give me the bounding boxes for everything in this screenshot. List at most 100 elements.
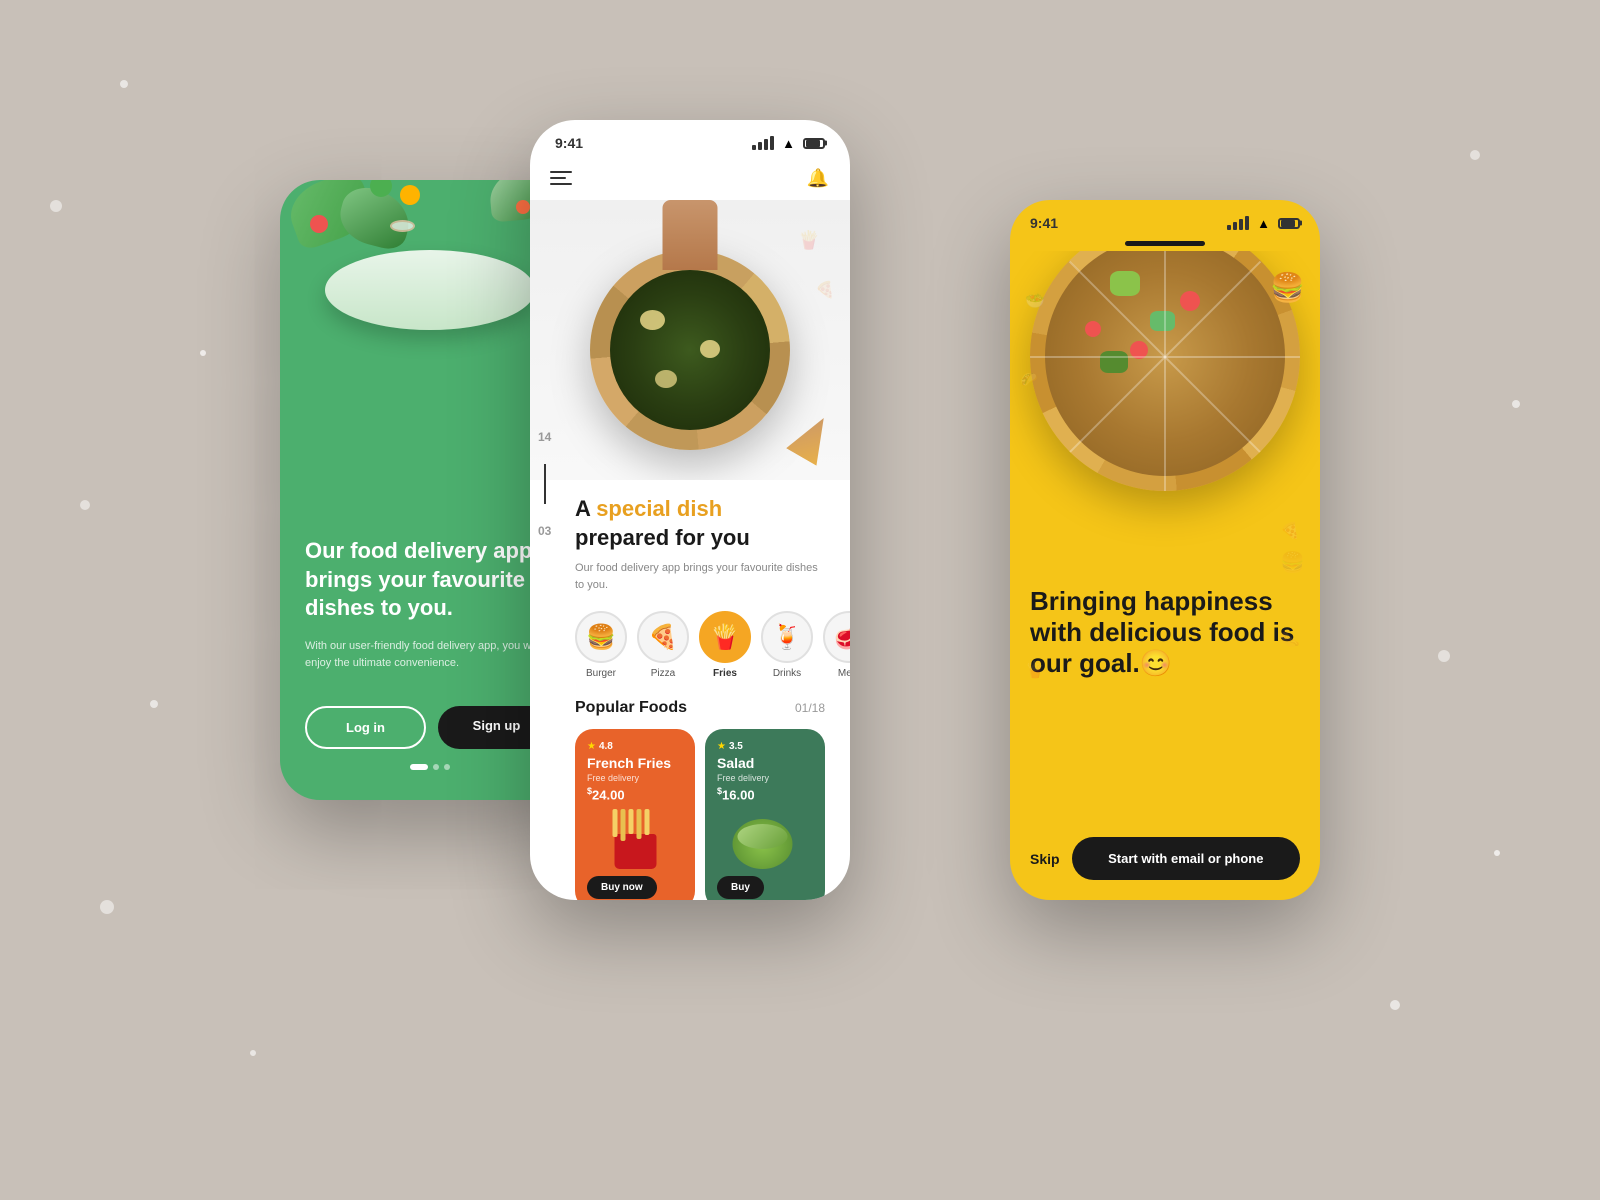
phone-middle: 9:41 ▲ 🔔 [530,120,850,900]
pizza-tomato-3 [1085,321,1101,337]
signal-middle [752,136,774,150]
meat-icon-circle: 🥩 [823,611,850,663]
slice-line-5 [1030,356,1165,358]
notification-bell-button[interactable]: 🔔 [806,166,830,190]
pizza-herb-2 [1150,311,1175,331]
fries-rating: ★ 4.8 [587,741,683,752]
battery-fill [806,140,820,147]
salad-bowl-base [325,250,535,330]
rbar1 [1227,225,1231,230]
category-burger[interactable]: 🍔 Burger [575,611,627,679]
page-dots [410,764,450,770]
category-meat[interactable]: 🥩 Meat [823,611,850,679]
salad-buy-button[interactable]: Buy [717,876,764,899]
auth-buttons: Log in Sign up [305,706,555,749]
salad-rating-num: 3.5 [729,741,743,752]
popular-foods-title: Popular Foods [575,699,687,717]
drinks-label: Drinks [773,668,801,679]
right-deco-3: 🍟 [1025,660,1045,680]
fry-4 [637,809,642,839]
slice-line-7 [1164,251,1166,357]
start-button[interactable]: Start with email or phone [1072,837,1300,880]
star-icon: ★ [587,741,596,752]
skip-button[interactable]: Skip [1030,851,1060,867]
pizza-herb-3 [1100,351,1128,373]
left-headline: Our food delivery app brings your favour… [305,537,555,623]
fries-buy-button[interactable]: Buy now [587,876,657,899]
french-fries-card[interactable]: ★ 4.8 French Fries Free delivery $24.00 [575,729,695,900]
vertical-nav: 14 03 [530,420,559,548]
battery-icon [803,138,825,149]
wifi-icon-right: ▲ [1257,216,1270,231]
salad-bowl-small [733,819,793,869]
salad-star-icon: ★ [717,741,726,752]
dot-3 [444,764,450,770]
login-button[interactable]: Log in [305,706,426,749]
category-fries[interactable]: 🍟 Fries [699,611,751,679]
popular-foods-header: Popular Foods 01/18 [575,699,825,717]
signal-right [1227,216,1249,230]
burger-icon-circle: 🍔 [575,611,627,663]
nav-number-bottom: 03 [538,524,551,538]
cheese-3 [655,370,677,388]
right-headline: Bringing happiness with delicious food i… [1030,586,1300,680]
burger-deco-right: 🍔 [1270,271,1305,304]
tomato-2 [516,200,530,214]
cheese-1 [640,310,665,330]
fries-label: Fries [713,668,737,679]
battery-icon-right [1278,218,1300,229]
hand-holding-pizza [663,200,718,270]
pizza-right-main [1030,251,1300,491]
pizza-topping [610,270,770,430]
burger-label: Burger [586,668,616,679]
category-drinks[interactable]: 🍹 Drinks [761,611,813,679]
dot-2 [433,764,439,770]
time-right: 9:41 [1030,215,1058,231]
menu-line-2 [550,177,566,179]
battery-tip [824,141,827,146]
notch-bar [1125,241,1205,246]
salad-rating: ★ 3.5 [717,741,813,752]
fry-2 [621,809,626,841]
category-pizza[interactable]: 🍕 Pizza [637,611,689,679]
drinks-icon-circle: 🍹 [761,611,813,663]
slice-line-1 [1165,356,1300,358]
right-phone-text: 🍔 🌭 🍟 Bringing happiness with delicious … [1010,571,1320,817]
pizza-circle [590,250,790,450]
right-phone-footer: Skip Start with email or phone [1010,817,1320,900]
special-dish-description: Our food delivery app brings your favour… [575,560,825,593]
pizza-label: Pizza [651,668,675,679]
left-phone-text-area: Our food delivery app brings your favour… [305,537,555,671]
salad-card[interactable]: ★ 3.5 Salad Free delivery $16.00 Buy [705,729,825,900]
food-cards-row: ★ 4.8 French Fries Free delivery $24.00 [575,729,825,900]
meat-label: Meat [838,668,850,679]
pizza-deco-icon: 🍕 [815,280,835,300]
salad-delivery: Free delivery [717,773,813,783]
salad-card-content: ★ 3.5 Salad Free delivery $16.00 Buy [705,729,825,900]
fries-deco-icon: 🍟 [798,230,820,251]
fries-image [608,804,663,869]
status-bar-right: 9:41 ▲ [1010,200,1320,241]
onion-ring [390,220,415,232]
rbar2 [1233,222,1237,230]
slice-line-3 [1164,357,1166,491]
pizza-hero-right: 🍔 🥗 🍕 🌮 [1010,251,1320,571]
olive [400,185,420,205]
fries-rating-num: 4.8 [599,741,613,752]
menu-line-1 [550,171,572,173]
salad-image [733,819,798,874]
popular-foods-count: 01/18 [795,701,825,715]
fry-1 [613,809,618,837]
left-subtext: With our user-friendly food delivery app… [305,638,555,671]
tomato-1 [310,215,328,233]
rbar4 [1245,216,1249,230]
menu-line-3 [550,183,572,185]
fries-price: $24.00 [587,786,683,802]
pizza-hero-image: 🍟 🍕 [530,200,850,480]
middle-main-content: A special dishprepared for you Our food … [530,480,850,900]
nav-number-top: 14 [538,430,551,444]
hamburger-menu-button[interactable] [550,171,572,185]
category-row: 🍔 Burger 🍕 Pizza 🍟 Fries 🍹 Drinks 🥩 [575,611,825,679]
bar2 [758,142,762,150]
fries-sticks [613,809,650,841]
